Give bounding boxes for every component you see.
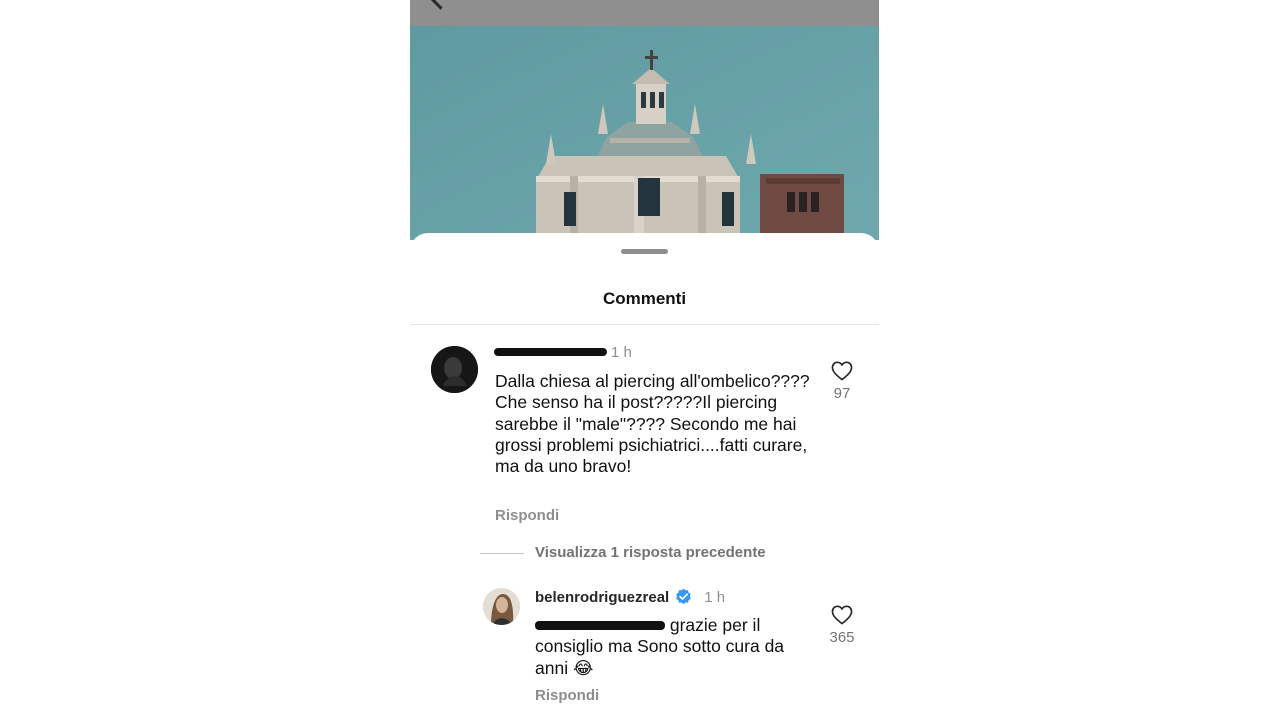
redacted-username[interactable]	[494, 348, 607, 357]
chevron-left-icon[interactable]	[431, 0, 450, 10]
like-button[interactable]: 97	[822, 361, 862, 402]
replies-line	[480, 552, 524, 554]
heart-outline-icon[interactable]	[831, 361, 853, 381]
reply-time: 1 h	[704, 589, 726, 606]
comments-sheet: Commenti 1 h Dalla chiesa al piercing al…	[410, 233, 879, 720]
phone-screen: Commenti 1 h Dalla chiesa al piercing al…	[410, 0, 879, 720]
like-button[interactable]: 365	[822, 605, 862, 646]
avatar[interactable]	[483, 588, 520, 625]
heart-outline-icon[interactable]	[831, 605, 853, 625]
reply-button[interactable]: Rispondi	[535, 687, 599, 704]
comment-meta: 1 h	[494, 344, 632, 361]
laughing-emoji-icon: 😂	[572, 657, 594, 678]
like-count: 365	[829, 629, 855, 646]
drag-handle[interactable]	[621, 249, 668, 254]
title-divider	[410, 324, 879, 325]
view-replies-label: Visualizza 1 risposta precedente	[535, 544, 766, 561]
like-count: 97	[833, 385, 851, 402]
verified-badge-icon	[676, 588, 692, 605]
view-replies-button[interactable]: Visualizza 1 risposta precedente	[480, 544, 766, 561]
sheet-title: Commenti	[602, 289, 687, 308]
reply-text: grazie per il consiglio ma Sono sotto cu…	[535, 615, 810, 679]
avatar[interactable]	[431, 346, 478, 393]
reply-meta: belenrodriguezreal 1 h	[535, 588, 725, 606]
reply-username[interactable]: belenrodriguezreal	[535, 589, 669, 606]
reply-button[interactable]: Rispondi	[495, 507, 559, 524]
top-bar	[410, 0, 879, 26]
redacted-mention[interactable]	[535, 620, 665, 630]
comment-time: 1 h	[611, 344, 632, 361]
post-image[interactable]	[410, 26, 879, 240]
comment-text: Dalla chiesa al piercing all'ombelico???…	[495, 371, 810, 477]
